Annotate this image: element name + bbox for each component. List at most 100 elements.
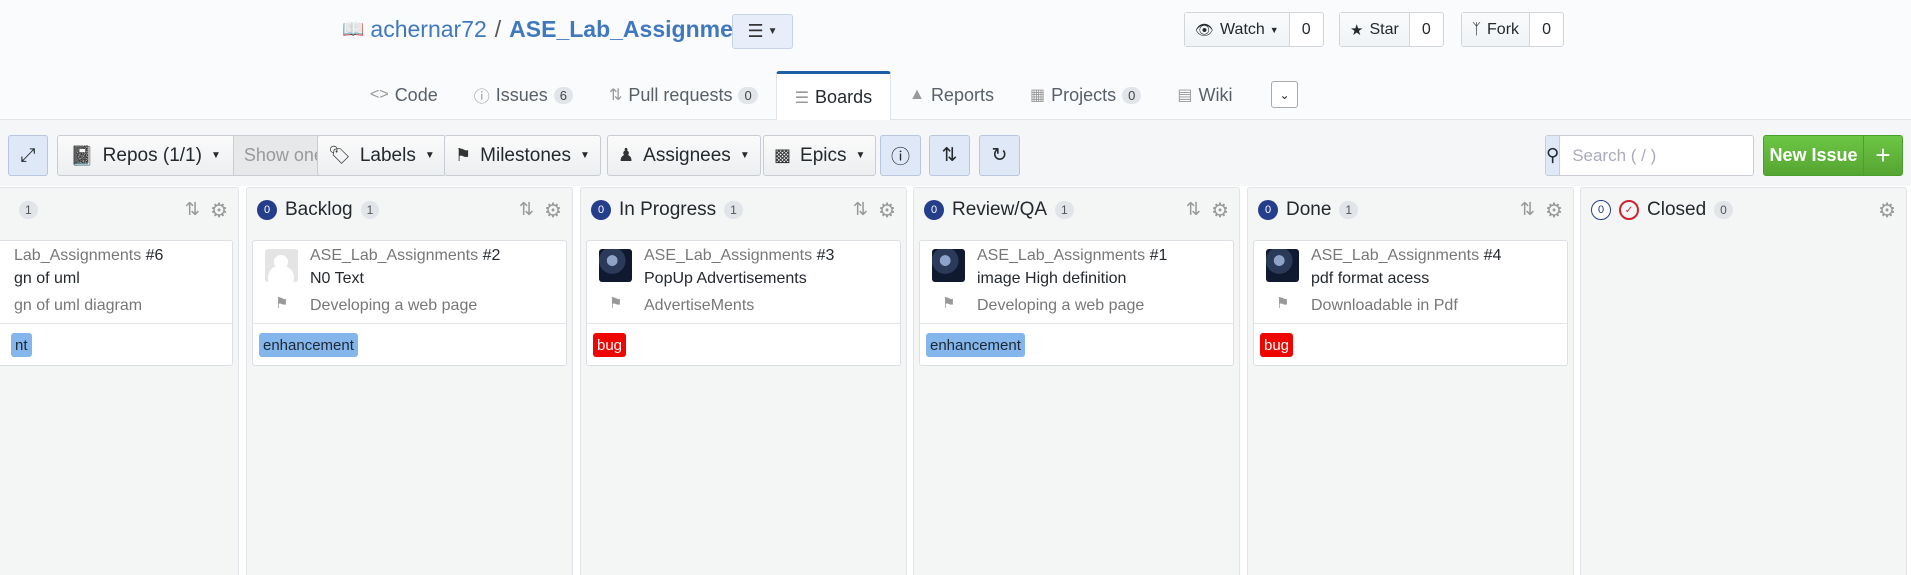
epics-filter-button[interactable]: ▩ Epics ▼ (763, 135, 877, 176)
sort-icon[interactable]: ⇅ (853, 199, 868, 220)
chevron-down-icon: ▼ (210, 150, 221, 161)
column-header: 0 In Progress 1 ⇅ ⚙ (581, 188, 906, 232)
star-group: ★ Star 0 (1339, 12, 1444, 47)
column-header: 0 Done 1 ⇅ ⚙ (1248, 188, 1573, 232)
board-column: 1 ⇅ ⚙ Lab_Assignments #6 gn of uml gn of… (0, 187, 239, 575)
pull-requests-toggle-button[interactable]: ⇅ (929, 135, 970, 176)
issue-closed-icon: ✓ (1619, 200, 1639, 220)
card-issue-number: #2 (482, 247, 501, 264)
repo-menu-button[interactable]: ☰ ▼ (732, 14, 793, 49)
label-tag[interactable]: bug (593, 333, 627, 357)
gear-icon[interactable]: ⚙ (1545, 198, 1563, 223)
fork-count[interactable]: 0 (1530, 13, 1563, 46)
card-repo-name: ASE_Lab_Assignments (310, 247, 479, 264)
tab-code[interactable]: <> Code (352, 70, 456, 120)
labels-filter-button[interactable]: 🏷 Labels ▼ (317, 135, 446, 176)
column-title: In Progress (619, 199, 717, 220)
fork-group: ᛉ Fork 0 (1461, 12, 1565, 47)
avatar[interactable] (265, 249, 298, 282)
repo-title: 📖 achernar72 / ASE_Lab_Assignments (342, 14, 767, 44)
new-issue-plus-button[interactable]: + (1864, 136, 1902, 175)
tabs-more-button[interactable]: ⌄ (1271, 81, 1298, 108)
tab-pull-requests[interactable]: ⇅ Pull requests 0 (591, 70, 776, 120)
tab-label: Issues (495, 84, 548, 105)
closed-toggle-button[interactable]: ↻ (979, 135, 1020, 176)
expand-icon: ⤢ (20, 144, 36, 166)
repos-filter-group: 📓 Repos (1/1) ▼ Show one (57, 135, 335, 176)
avatar[interactable] (1266, 249, 1299, 282)
issue-card[interactable]: Lab_Assignments #6 gn of uml gn of uml d… (0, 240, 233, 366)
repo-owner-link[interactable]: achernar72 (370, 16, 486, 43)
card-issue-number: #6 (145, 247, 164, 264)
new-issue-group: New Issue + (1763, 135, 1903, 176)
avatar[interactable] (599, 249, 632, 282)
watch-count[interactable]: 0 (1290, 13, 1323, 46)
sort-icon[interactable]: ⇅ (1186, 199, 1201, 220)
sort-icon[interactable]: ⇅ (1520, 199, 1535, 220)
repo-icon: 📓 (70, 145, 94, 167)
sort-icon[interactable]: ⇅ (185, 199, 200, 220)
repos-filter-label: Repos (1/1) (102, 144, 202, 166)
issue-card[interactable]: ASE_Lab_Assignments #2 N0 Text ⚑ Develop… (252, 240, 567, 366)
gear-icon[interactable]: ⚙ (1878, 198, 1896, 223)
fork-label: Fork (1487, 20, 1520, 38)
chevron-down-icon: ▼ (579, 150, 590, 161)
issue-card[interactable]: ASE_Lab_Assignments #1 image High defini… (919, 240, 1234, 366)
tab-count-badge: 0 (738, 86, 758, 104)
tab-reports[interactable]: ▲ Reports (891, 70, 1012, 120)
gear-icon[interactable]: ⚙ (210, 198, 228, 223)
star-count[interactable]: 0 (1410, 13, 1443, 46)
milestones-filter-button[interactable]: ⚑ Milestones ▼ (444, 135, 601, 176)
tab-label: Wiki (1198, 84, 1233, 105)
label-tag[interactable]: nt (11, 333, 32, 357)
gear-icon[interactable]: ⚙ (878, 198, 896, 223)
fork-button[interactable]: ᛉ Fork (1462, 13, 1531, 46)
issues-toggle-button[interactable]: ⓘ (880, 135, 921, 176)
person-icon: ♟ (618, 145, 635, 165)
card-milestone: Developing a web page (310, 297, 478, 314)
issue-card[interactable]: ASE_Lab_Assignments #3 PopUp Advertiseme… (586, 240, 901, 366)
issue-card[interactable]: ASE_Lab_Assignments #4 pdf format acess … (1253, 240, 1568, 366)
label-tag[interactable]: enhancement (259, 333, 358, 357)
tag-icon: 🏷 (328, 145, 351, 165)
labels-filter-label: Labels (359, 144, 416, 166)
card-title[interactable]: pdf format acess (1311, 270, 1429, 288)
search-button[interactable]: ⚲ (1546, 136, 1561, 175)
card-title[interactable]: PopUp Advertisements (644, 270, 807, 288)
avatar[interactable] (932, 249, 965, 282)
milestone-icon: ⚑ (609, 295, 623, 312)
sort-icon[interactable]: ⇅ (519, 199, 534, 220)
fork-icon: ᛉ (1472, 21, 1482, 38)
card-repo: ASE_Lab_Assignments #2 (310, 247, 500, 265)
tab-label: Reports (930, 84, 994, 105)
repo-name-link[interactable]: ASE_Lab_Assignments (509, 16, 767, 43)
card-repo-name: ASE_Lab_Assignments (977, 247, 1146, 264)
card-title[interactable]: N0 Text (310, 270, 364, 288)
card-title[interactable]: gn of uml (14, 270, 80, 288)
gear-icon[interactable]: ⚙ (1211, 198, 1229, 223)
search-input[interactable] (1560, 136, 1753, 175)
milestones-filter-label: Milestones (480, 144, 571, 166)
tab-label: Projects (1051, 84, 1117, 105)
tab-label: Pull requests (628, 84, 733, 105)
tab-boards[interactable]: ☰ Boards (775, 71, 892, 121)
milestone-icon: ⚑ (942, 295, 956, 312)
tab-wiki[interactable]: ▤ Wiki (1159, 70, 1250, 120)
tab-issues[interactable]: ⓘ Issues 6 (456, 70, 591, 120)
eye-icon: 👁 (1195, 21, 1215, 39)
board-column-in-progress: 0 In Progress 1 ⇅ ⚙ ASE_Lab_Assignments … (580, 187, 907, 575)
star-button[interactable]: ★ Star (1340, 13, 1410, 46)
watch-button[interactable]: 👁 Watch ▼ (1185, 13, 1290, 46)
card-title[interactable]: image High definition (977, 270, 1126, 288)
epics-filter-label: Epics (800, 144, 847, 166)
label-tag[interactable]: bug (1260, 333, 1294, 357)
repos-filter-button[interactable]: 📓 Repos (1/1) ▼ (58, 136, 234, 175)
new-issue-button[interactable]: New Issue (1764, 136, 1864, 175)
assignees-filter-button[interactable]: ♟ Assignees ▼ (607, 135, 761, 176)
gear-icon[interactable]: ⚙ (544, 198, 562, 223)
label-tag[interactable]: enhancement (926, 333, 1025, 357)
tab-projects[interactable]: ▦ Projects 0 (1012, 70, 1159, 120)
column-header: 0 Backlog 1 ⇅ ⚙ (247, 188, 572, 232)
kanban-board: 1 ⇅ ⚙ Lab_Assignments #6 gn of uml gn of… (0, 186, 1911, 575)
fullscreen-button[interactable]: ⤢ (8, 135, 48, 176)
